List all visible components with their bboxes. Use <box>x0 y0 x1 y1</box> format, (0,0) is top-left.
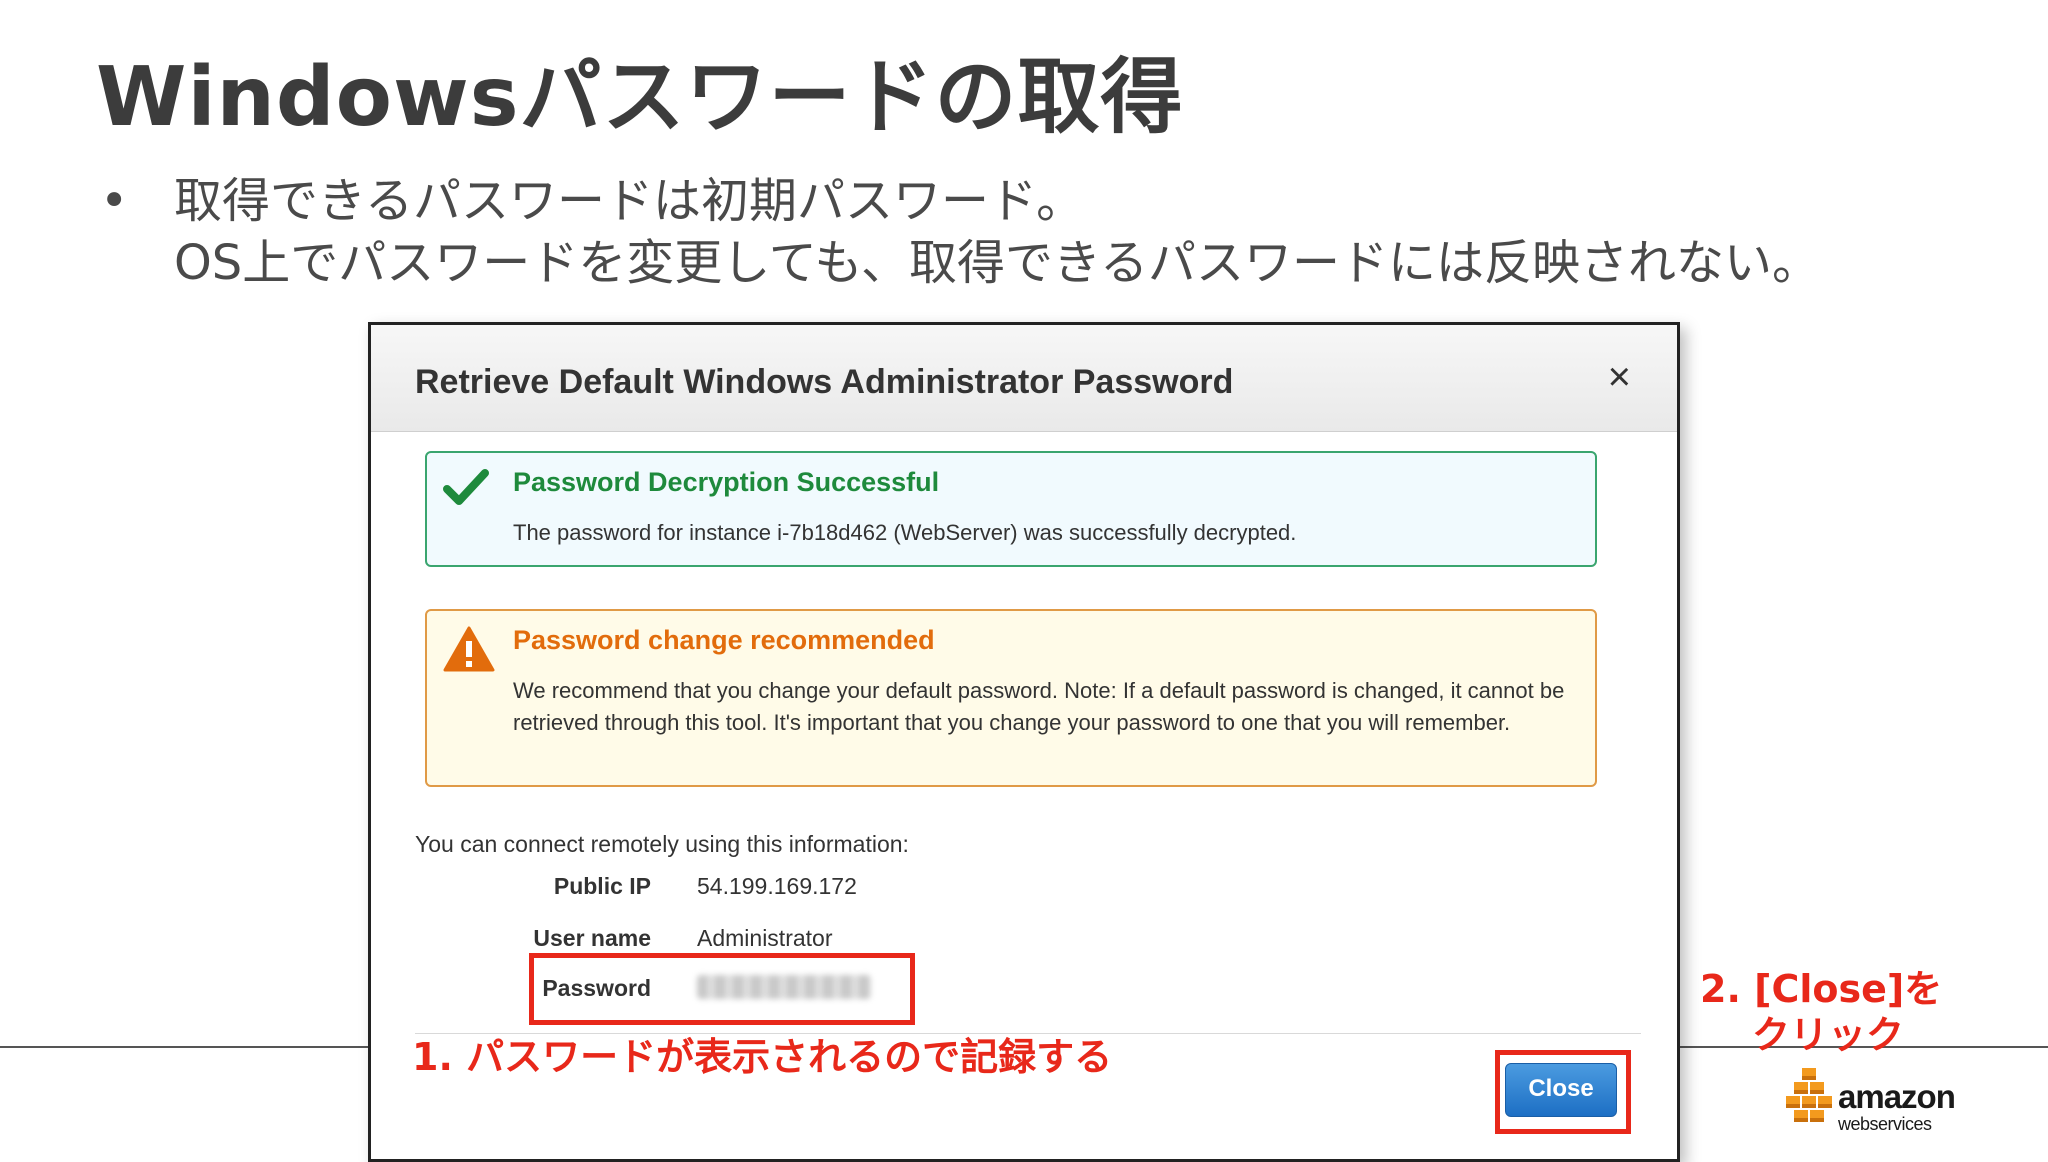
warning-message: We recommend that you change your defaul… <box>513 678 1565 735</box>
bullet-line-2: OS上でパスワードを変更しても、取得できるパスワードには反映されない。 <box>174 235 1821 291</box>
public-ip-label: Public IP <box>553 873 651 899</box>
success-message: The password for instance i-7b18d462 (We… <box>513 520 1297 545</box>
checkmark-icon <box>443 467 489 512</box>
username-label: User name <box>533 925 651 951</box>
warning-heading: Password change recommended <box>513 625 935 655</box>
aws-cubes-icon <box>1786 1068 1832 1122</box>
dialog-header: Retrieve Default Windows Administrator P… <box>371 325 1677 432</box>
bullet-line-1: 取得できるパスワードは初期パスワード。 <box>174 173 1085 229</box>
aws-logo-word: amazon <box>1838 1078 1956 1115</box>
aws-logo: amazon webservices <box>1786 1066 1956 1136</box>
dialog-title: Retrieve Default Windows Administrator P… <box>415 363 1234 401</box>
slide-title: Windowsパスワードの取得 <box>96 50 1184 145</box>
bullet-marker: • <box>100 173 129 229</box>
password-highlight-box <box>529 953 915 1025</box>
close-highlight-box <box>1495 1050 1631 1134</box>
annotation-step-1: 1. パスワードが表示されるので記録する <box>412 1035 1113 1079</box>
aws-logo-subtext: webservices <box>1838 1114 1932 1134</box>
annotation-step-2-line-2: クリック <box>1752 1013 1905 1057</box>
success-alert: Password Decryption Successful The passw… <box>425 451 1597 567</box>
connect-info-text: You can connect remotely using this info… <box>415 831 909 857</box>
close-icon[interactable]: × <box>1608 355 1631 400</box>
username-value: Administrator <box>697 925 833 951</box>
warning-alert: Password change recommended We recommend… <box>425 609 1597 787</box>
warning-icon <box>443 625 495 678</box>
public-ip-value: 54.199.169.172 <box>697 873 857 899</box>
success-heading: Password Decryption Successful <box>513 467 940 497</box>
